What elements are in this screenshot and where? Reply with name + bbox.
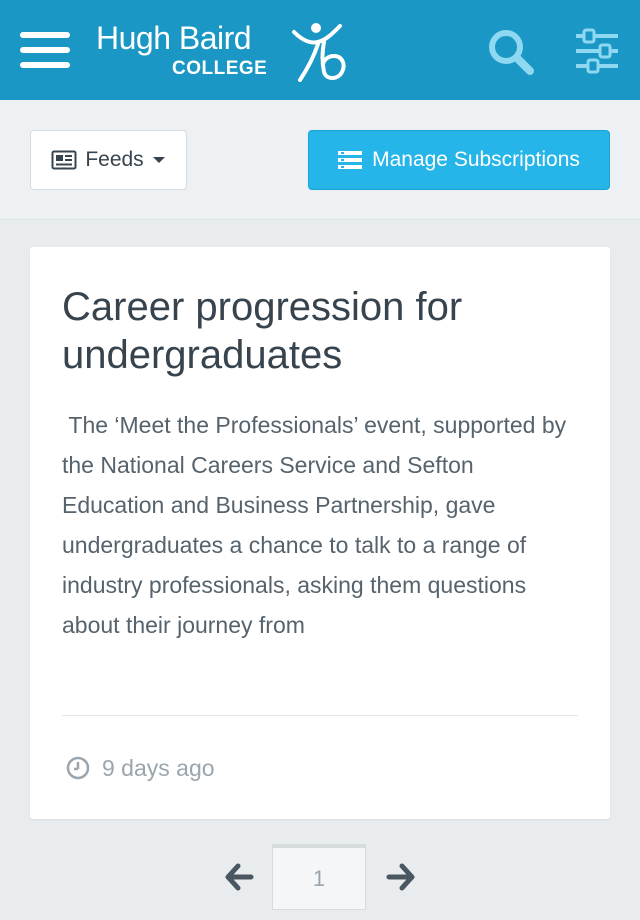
logo-mark-icon <box>292 23 346 82</box>
article-card[interactable]: Career progression for undergraduates Th… <box>30 247 610 819</box>
feeds-label: Feeds <box>85 148 144 171</box>
article-title[interactable]: Career progression for undergraduates <box>62 283 582 379</box>
article-time-ago: 9 days ago <box>102 754 215 781</box>
top-navigation-bar: Hugh Baird COLLEGE <box>0 0 640 100</box>
arrow-right-icon <box>386 863 415 891</box>
manage-subscriptions-button[interactable]: Manage Subscriptions <box>308 130 610 190</box>
brand-name: Hugh Baird <box>96 20 252 56</box>
newspaper-icon <box>51 150 77 170</box>
arrow-left-icon <box>225 863 254 891</box>
list-icon <box>338 151 363 169</box>
sliders-icon <box>576 28 618 74</box>
card-divider <box>62 715 578 716</box>
brand-subtitle: COLLEGE <box>172 58 268 79</box>
article-excerpt: The ‘Meet the Professionals’ event, supp… <box>62 412 573 638</box>
previous-page-button[interactable] <box>224 862 254 892</box>
search-button[interactable] <box>486 28 536 76</box>
college-logo[interactable]: Hugh Baird COLLEGE <box>96 20 356 84</box>
page-number-current[interactable]: 1 <box>272 844 366 910</box>
pagination: 1 <box>0 842 640 912</box>
manage-subscriptions-label: Manage Subscriptions <box>372 148 580 171</box>
feed-toolbar: Feeds Manage Subscriptions <box>0 100 640 220</box>
caret-down-icon <box>152 157 165 163</box>
next-page-button[interactable] <box>386 862 416 892</box>
clock-icon <box>66 756 90 780</box>
feeds-dropdown-button[interactable]: Feeds <box>30 130 187 190</box>
article-meta: 9 days ago <box>66 750 215 786</box>
hamburger-icon[interactable] <box>20 30 72 70</box>
filter-settings-button[interactable] <box>574 28 620 74</box>
search-icon <box>489 30 534 75</box>
